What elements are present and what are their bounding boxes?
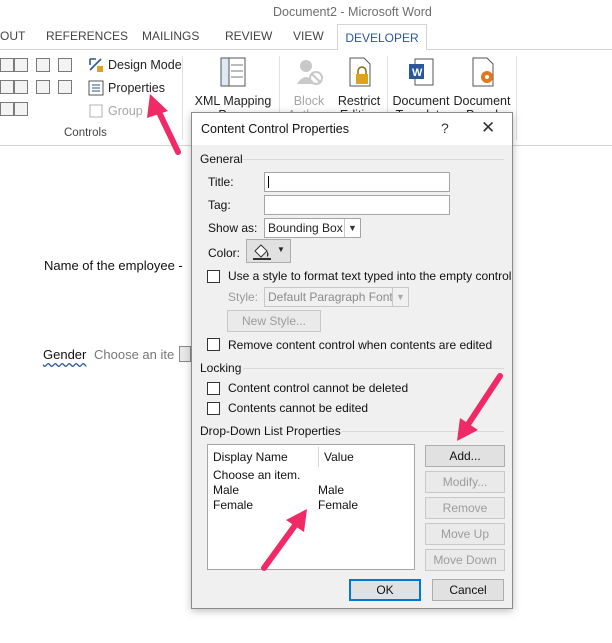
annotation-overlay bbox=[147, 94, 503, 571]
arrow-to-properties-icon bbox=[147, 94, 181, 155]
arrow-to-list-values-icon bbox=[261, 509, 307, 571]
arrow-to-add-button-icon bbox=[457, 373, 503, 441]
